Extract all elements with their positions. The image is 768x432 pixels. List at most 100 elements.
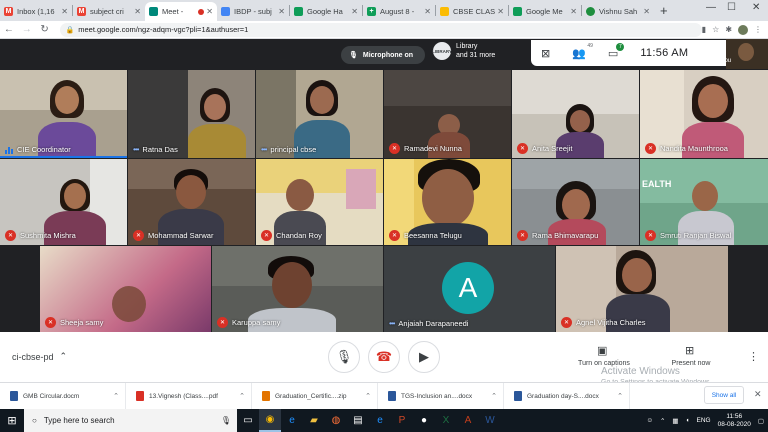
participant-tile[interactable]: A ••• Anjaiah Darapaneedi bbox=[384, 246, 555, 332]
close-icon[interactable]: ✕ bbox=[206, 7, 213, 16]
taskbar-search-box[interactable]: ○ Type here to search 🎙 bbox=[24, 409, 237, 432]
participant-tile[interactable]: ✕ Nandita Maunthrooa bbox=[640, 70, 768, 158]
powerpoint-icon[interactable]: P bbox=[391, 409, 413, 432]
window-close-icon[interactable]: ✕ bbox=[752, 2, 760, 13]
participant-nameplate: ✕ Agnel Vijitha Charles bbox=[561, 317, 646, 328]
chat-button[interactable]: ▭ 7 bbox=[608, 42, 625, 60]
close-icon[interactable]: ✕ bbox=[351, 7, 358, 16]
people-tray-icon[interactable]: ☺ bbox=[646, 417, 653, 424]
browser-tab-active[interactable]: Meet - ✕ bbox=[145, 2, 217, 21]
download-item[interactable]: 13.Vignesh (Class....pdf ⌃ bbox=[126, 382, 252, 410]
participant-nameplate: ✕ Nandita Maunthrooa bbox=[645, 143, 728, 154]
chevron-up-icon[interactable]: ⌃ bbox=[113, 392, 119, 400]
layout-icon[interactable]: ⊠ bbox=[541, 47, 550, 60]
reload-icon[interactable]: ↻ bbox=[36, 24, 54, 35]
people-button[interactable]: 👥 49 bbox=[572, 43, 593, 60]
microphone-toggle-button[interactable]: 🎙 bbox=[328, 341, 360, 373]
meeting-details-button[interactable]: ci-cbse-pd ⌃ bbox=[12, 351, 67, 362]
forward-icon[interactable]: → bbox=[18, 24, 36, 35]
participant-tile[interactable]: ✕ Anita Sreejit bbox=[512, 70, 639, 158]
chrome-icon[interactable]: ◉ bbox=[259, 409, 281, 432]
muted-mic-icon: ✕ bbox=[389, 143, 400, 154]
acrobat-icon[interactable]: A bbox=[457, 409, 479, 432]
store-icon[interactable]: ▤ bbox=[347, 409, 369, 432]
app-icon[interactable]: ● bbox=[413, 409, 435, 432]
participant-tile[interactable]: ✕ Ramadevi Nunna bbox=[384, 70, 511, 158]
download-item[interactable]: GMB Circular.docm ⌃ bbox=[0, 382, 126, 410]
chevron-up-icon[interactable]: ⌃ bbox=[617, 392, 623, 400]
close-icon[interactable]: ✕ bbox=[424, 7, 431, 16]
microphone-on-indicator: 🎙 Microphone on bbox=[341, 46, 425, 64]
url-field[interactable]: 🔒 meet.google.com/ngz-adqm-vgc?pli=1&aut… bbox=[59, 22, 702, 37]
browser-tab[interactable]: M subject cri ✕ bbox=[73, 2, 145, 21]
excel-icon[interactable]: X bbox=[435, 409, 457, 432]
tab-label: CBSE CLAS bbox=[453, 7, 496, 16]
participant-tile[interactable]: ✕ Beesanna Telugu bbox=[384, 159, 511, 245]
volume-icon[interactable]: ◖ bbox=[686, 417, 690, 424]
close-downloads-icon[interactable]: ✕ bbox=[754, 389, 762, 400]
chevron-up-icon[interactable]: ⌃ bbox=[491, 392, 497, 400]
extensions-icon[interactable]: ✱ bbox=[725, 25, 732, 34]
task-view-icon[interactable]: ▭ bbox=[237, 409, 259, 432]
network-icon[interactable]: ▦ bbox=[672, 417, 678, 425]
browser-tab[interactable]: Google Ha ✕ bbox=[290, 2, 362, 21]
file-explorer-icon[interactable]: ▰ bbox=[303, 409, 325, 432]
close-icon[interactable]: ✕ bbox=[134, 7, 141, 16]
firefox-icon[interactable]: ◍ bbox=[325, 409, 347, 432]
participant-tile[interactable]: CIE Coordinator bbox=[0, 70, 127, 158]
participant-tile[interactable]: ✕ Rama Bhimavarapu bbox=[512, 159, 639, 245]
browser-tab[interactable]: IBDP - subj ✕ bbox=[217, 2, 289, 21]
presenter-summary[interactable]: LIBRARY Library and 31 more bbox=[432, 42, 495, 60]
close-icon[interactable]: ✕ bbox=[643, 7, 650, 16]
participant-name: Rama Bhimavarapu bbox=[532, 231, 599, 240]
participant-tile[interactable]: EALTH ✕ Smruti Ranjan Biswal bbox=[640, 159, 768, 245]
chevron-up-icon[interactable]: ⌃ bbox=[660, 417, 665, 425]
maximize-icon[interactable]: ☐ bbox=[727, 2, 736, 13]
download-item[interactable]: Graduation_Certific....zip ⌃ bbox=[252, 382, 378, 410]
minimize-icon[interactable]: — bbox=[706, 2, 716, 13]
system-clock[interactable]: 11:56 08-08-2020 bbox=[718, 413, 751, 429]
back-icon[interactable]: ← bbox=[0, 24, 18, 35]
browser-tab[interactable]: M Inbox (1,16 ✕ bbox=[0, 2, 72, 21]
profile-avatar[interactable] bbox=[738, 24, 749, 35]
participant-name: CIE Coordinator bbox=[17, 145, 71, 154]
participant-tile[interactable]: ••• principal cbse bbox=[256, 70, 383, 158]
self-view[interactable] bbox=[726, 39, 768, 69]
bookmark-star-icon[interactable]: ☆ bbox=[712, 25, 719, 34]
participant-tile[interactable]: ••• Ratna Das bbox=[128, 70, 255, 158]
close-icon[interactable]: ✕ bbox=[278, 7, 285, 16]
browser-tab[interactable]: Google Me ✕ bbox=[509, 2, 581, 21]
close-icon[interactable]: ✕ bbox=[497, 7, 504, 16]
menu-icon[interactable]: ⋮ bbox=[754, 25, 762, 34]
captions-icon[interactable]: ▣ bbox=[597, 344, 607, 357]
close-icon[interactable]: ✕ bbox=[61, 7, 68, 16]
edge-icon[interactable]: e bbox=[281, 409, 303, 432]
more-options-icon[interactable]: ⋮ bbox=[748, 350, 759, 363]
browser-tab[interactable]: + August 8 - ✕ bbox=[363, 2, 435, 21]
participant-tile[interactable]: ✕ Chandan Roy bbox=[256, 159, 383, 245]
participant-name: Sushmita Mishra bbox=[20, 231, 76, 240]
notifications-icon[interactable]: ▢ bbox=[758, 417, 764, 425]
participant-tile[interactable]: ✕ Sushmita Mishra bbox=[0, 159, 127, 245]
internet-explorer-icon[interactable]: e bbox=[369, 409, 391, 432]
download-item[interactable]: Graduation day-S....docx ⌃ bbox=[504, 382, 630, 410]
browser-tab[interactable]: Vishnu Sah ✕ bbox=[582, 2, 654, 21]
chevron-up-icon[interactable]: ⌃ bbox=[239, 392, 245, 400]
camera-in-use-icon[interactable]: ▮ bbox=[702, 25, 706, 34]
participant-tile[interactable]: ✕ Agnel Vijitha Charles bbox=[556, 246, 728, 332]
show-all-downloads-button[interactable]: Show all bbox=[704, 386, 744, 404]
close-icon[interactable]: ✕ bbox=[570, 7, 577, 16]
browser-tab[interactable]: CBSE CLAS ✕ bbox=[436, 2, 508, 21]
windows-start-icon[interactable]: ⊞ bbox=[0, 414, 24, 427]
chevron-up-icon[interactable]: ⌃ bbox=[365, 392, 371, 400]
participant-tile[interactable]: ✕ Karuppa samy bbox=[212, 246, 383, 332]
language-indicator[interactable]: ENG bbox=[697, 417, 711, 424]
present-icon[interactable]: ⊞ bbox=[685, 344, 694, 357]
new-tab-icon[interactable]: + bbox=[660, 3, 668, 18]
word-icon[interactable]: W bbox=[479, 409, 501, 432]
download-item[interactable]: TGS-Inclusion an....docx ⌃ bbox=[378, 382, 504, 410]
participant-tile[interactable]: ✕ Sheeja samy bbox=[40, 246, 211, 332]
participant-tile[interactable]: ✕ Mohammad Sarwar bbox=[128, 159, 255, 245]
leave-call-button[interactable]: ☎ bbox=[368, 341, 400, 373]
camera-toggle-button[interactable]: ▶ bbox=[408, 341, 440, 373]
